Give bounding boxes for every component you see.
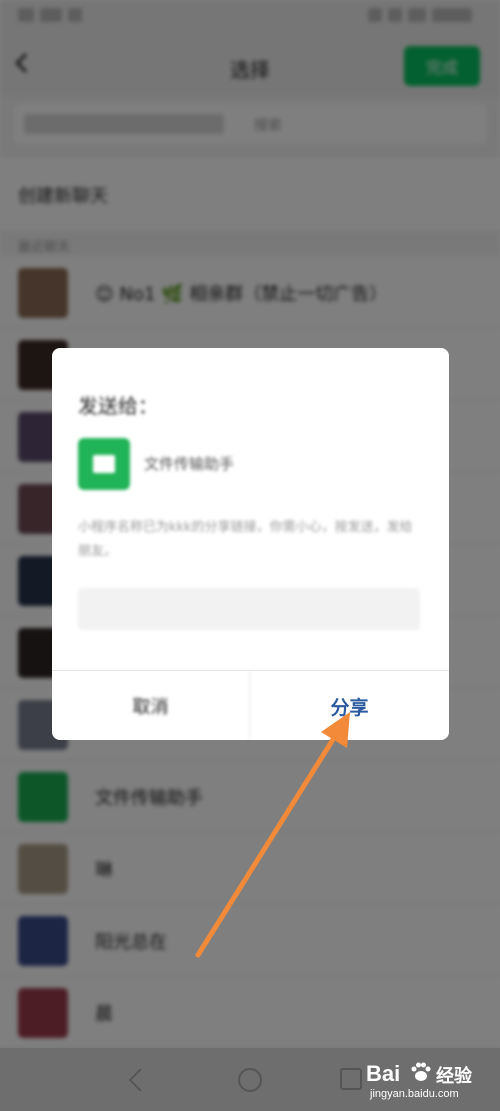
system-recents-icon[interactable]: [340, 1068, 362, 1090]
dialog-description: 小程序名称已为kkk的分享链接，你需小心，按发送，发给朋友。: [78, 520, 413, 559]
dialog-footer: 取消 分享: [52, 670, 449, 740]
share-button[interactable]: 分享: [250, 671, 449, 740]
dialog-title: 发送给：: [78, 394, 158, 418]
system-back-icon[interactable]: [128, 1068, 152, 1092]
paw-icon: [411, 1062, 431, 1081]
system-home-icon[interactable]: [238, 1068, 262, 1092]
cancel-button[interactable]: 取消: [52, 671, 250, 740]
watermark-brand-cn: 经验: [436, 1066, 472, 1087]
target-name: 文件传输助手: [144, 455, 235, 473]
watermark-url: jingyan.baidu.com: [370, 1088, 459, 1100]
watermark-brand: Bai: [366, 1061, 401, 1086]
baidu-jingyan-watermark: Bai 经验 jingyan.baidu.com: [366, 1059, 486, 1105]
message-input[interactable]: [78, 588, 420, 630]
share-dialog: 发送给： 文件传输助手 小程序名称已为kkk的分享链接，你需小心，按发送，发给朋…: [52, 348, 449, 740]
folder-icon: [78, 438, 130, 490]
